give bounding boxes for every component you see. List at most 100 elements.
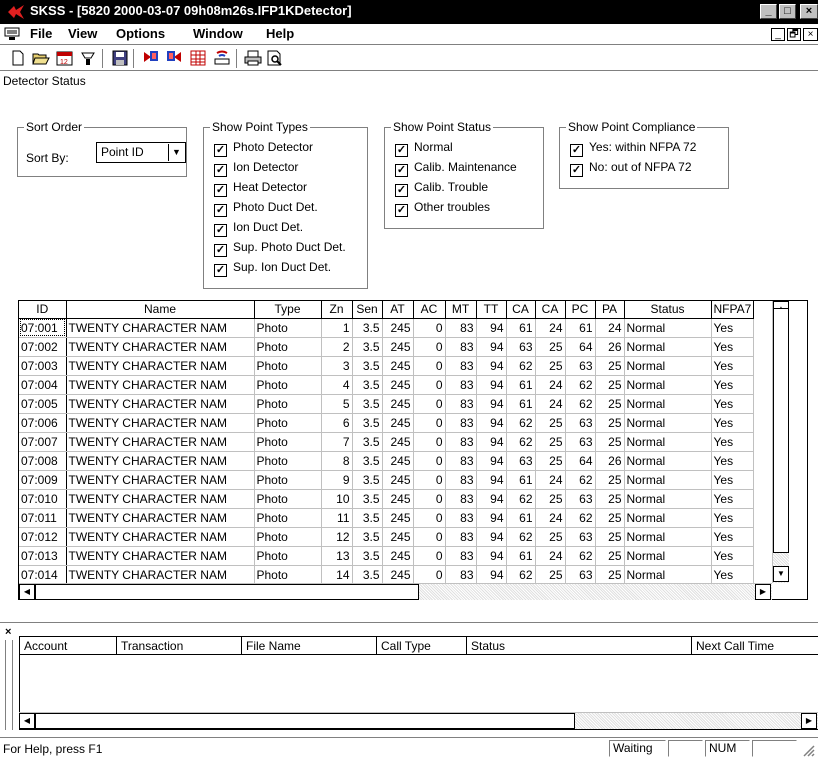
mdi-restore-button[interactable]: 🗗 bbox=[787, 28, 801, 41]
checkbox-within-nfpa[interactable]: ✓ Yes: within NFPA 72 bbox=[570, 140, 696, 157]
table-row[interactable]: 07:003 TWENTY CHARACTER NAM Photo 3 3.5 245 0 8… bbox=[19, 356, 755, 376]
chevron-down-icon[interactable]: ▼ bbox=[168, 144, 184, 161]
maximize-button[interactable]: □ bbox=[779, 4, 796, 19]
checkbox-sup-photo-duct[interactable]: ✓ Sup. Photo Duct Det. bbox=[214, 240, 346, 257]
grid-red-icon[interactable] bbox=[188, 49, 208, 67]
call-list-horizontal-scrollbar[interactable]: ◀ ▶ bbox=[19, 712, 818, 729]
open-folder-icon[interactable] bbox=[31, 49, 51, 67]
pane-grip[interactable] bbox=[5, 640, 13, 730]
table-row[interactable]: 07:006 TWENTY CHARACTER NAM Photo 6 3.5 245 0 8… bbox=[19, 413, 755, 433]
column-header[interactable]: CA bbox=[506, 301, 536, 319]
column-transaction[interactable]: Transaction bbox=[117, 637, 242, 655]
document-menu-icon[interactable] bbox=[4, 27, 20, 41]
modem-icon[interactable] bbox=[212, 49, 232, 67]
scroll-right-icon[interactable]: ▶ bbox=[801, 713, 817, 729]
scroll-left-icon[interactable]: ◀ bbox=[19, 584, 35, 600]
checkbox-other-troubles[interactable]: ✓ Other troubles bbox=[395, 200, 490, 217]
column-header[interactable]: TT bbox=[476, 301, 507, 319]
menu-view[interactable]: View bbox=[68, 26, 97, 41]
column-call-type[interactable]: Call Type bbox=[377, 637, 467, 655]
checkbox-ion-duct[interactable]: ✓ Ion Duct Det. bbox=[214, 220, 303, 237]
checkbox-out-of-nfpa[interactable]: ✓ No: out of NFPA 72 bbox=[570, 160, 692, 177]
checkbox-calib-maintenance[interactable]: ✓ Calib. Maintenance bbox=[395, 160, 517, 177]
checkbox-mark-icon[interactable]: ✓ bbox=[214, 224, 227, 237]
checkbox-mark-icon[interactable]: ✓ bbox=[214, 204, 227, 217]
column-account[interactable]: Account bbox=[20, 637, 117, 655]
menu-help[interactable]: Help bbox=[266, 26, 294, 41]
checkbox-mark-icon[interactable]: ✓ bbox=[214, 264, 227, 277]
minimize-button[interactable]: _ bbox=[760, 4, 777, 19]
table-row[interactable]: 07:014 TWENTY CHARACTER NAM Photo 14 3.5 245 0… bbox=[19, 565, 755, 585]
column-header[interactable]: MT bbox=[445, 301, 477, 319]
column-header[interactable]: NFPA7 bbox=[711, 301, 755, 319]
checkbox-mark-icon[interactable]: ✓ bbox=[395, 184, 408, 197]
menu-options[interactable]: Options bbox=[116, 26, 165, 41]
menu-file[interactable]: File bbox=[30, 26, 52, 41]
column-header[interactable]: Status bbox=[624, 301, 712, 319]
disconnect-icon[interactable] bbox=[78, 49, 98, 67]
close-button[interactable]: × bbox=[800, 4, 818, 19]
scroll-down-icon[interactable]: ▼ bbox=[773, 566, 789, 582]
column-file-name[interactable]: File Name bbox=[242, 637, 377, 655]
table-row[interactable]: 07:010 TWENTY CHARACTER NAM Photo 10 3.5 245 0… bbox=[19, 489, 755, 509]
table-row[interactable]: 07:012 TWENTY CHARACTER NAM Photo 12 3.5 245 0… bbox=[19, 527, 755, 547]
column-status[interactable]: Status bbox=[467, 637, 692, 655]
checkbox-calib-trouble[interactable]: ✓ Calib. Trouble bbox=[395, 180, 488, 197]
checkbox-mark-icon[interactable]: ✓ bbox=[395, 204, 408, 217]
checkbox-photo-detector[interactable]: ✓ Photo Detector bbox=[214, 140, 313, 157]
column-header[interactable]: PC bbox=[565, 301, 596, 319]
checkbox-heat-detector[interactable]: ✓ Heat Detector bbox=[214, 180, 307, 197]
table-row[interactable]: 07:005 TWENTY CHARACTER NAM Photo 5 3.5 245 0 8… bbox=[19, 394, 755, 414]
table-row[interactable]: 07:013 TWENTY CHARACTER NAM Photo 13 3.5 245 0… bbox=[19, 546, 755, 566]
table-row[interactable]: 07:004 TWENTY CHARACTER NAM Photo 4 3.5 245 0 8… bbox=[19, 375, 755, 395]
table-horizontal-scrollbar[interactable]: ◀ ▶ bbox=[19, 583, 772, 600]
checkbox-mark-icon[interactable]: ✓ bbox=[395, 144, 408, 157]
mdi-minimize-button[interactable]: _ bbox=[771, 28, 785, 41]
mdi-close-button[interactable]: × bbox=[803, 28, 818, 41]
resize-grip-icon[interactable] bbox=[800, 742, 816, 758]
table-row[interactable]: 07:011 TWENTY CHARACTER NAM Photo 11 3.5 245 0… bbox=[19, 508, 755, 528]
checkbox-mark-icon[interactable]: ✓ bbox=[214, 164, 227, 177]
close-icon[interactable]: × bbox=[5, 626, 11, 638]
checkbox-mark-icon[interactable]: ✓ bbox=[570, 164, 583, 177]
red-flag-upload-icon[interactable] bbox=[141, 49, 161, 67]
column-header[interactable]: Sen bbox=[352, 301, 383, 319]
column-header[interactable]: CA bbox=[535, 301, 566, 319]
pane-divider[interactable] bbox=[0, 622, 818, 624]
table-row[interactable]: 07:007 TWENTY CHARACTER NAM Photo 7 3.5 245 0 8… bbox=[19, 432, 755, 452]
scroll-left-icon[interactable]: ◀ bbox=[19, 713, 35, 729]
table-vertical-scrollbar[interactable]: ▲ ▼ bbox=[772, 301, 789, 583]
checkbox-ion-detector[interactable]: ✓ Ion Detector bbox=[214, 160, 298, 177]
checkbox-photo-duct[interactable]: ✓ Photo Duct Det. bbox=[214, 200, 318, 217]
scroll-thumb[interactable] bbox=[35, 713, 575, 729]
column-next-call-time[interactable]: Next Call Time bbox=[692, 637, 818, 655]
sort-by-select[interactable]: Point ID ▼ bbox=[96, 142, 186, 163]
print-preview-icon[interactable] bbox=[265, 49, 285, 67]
scroll-thumb[interactable] bbox=[773, 308, 789, 553]
blue-flag-download-icon[interactable] bbox=[164, 49, 184, 67]
column-header[interactable]: Name bbox=[66, 301, 255, 319]
column-header[interactable]: AT bbox=[382, 301, 414, 319]
checkbox-mark-icon[interactable]: ✓ bbox=[214, 144, 227, 157]
column-header[interactable]: AC bbox=[413, 301, 446, 319]
menu-window[interactable]: Window bbox=[193, 26, 243, 41]
table-row[interactable]: 07:009 TWENTY CHARACTER NAM Photo 9 3.5 245 0 8… bbox=[19, 470, 755, 490]
new-file-icon[interactable] bbox=[8, 49, 28, 67]
table-row[interactable]: 07:008 TWENTY CHARACTER NAM Photo 8 3.5 245 0 8… bbox=[19, 451, 755, 471]
checkbox-mark-icon[interactable]: ✓ bbox=[395, 164, 408, 177]
checkbox-normal[interactable]: ✓ Normal bbox=[395, 140, 453, 157]
checkbox-mark-icon[interactable]: ✓ bbox=[570, 144, 583, 157]
scroll-thumb[interactable] bbox=[35, 584, 419, 600]
checkbox-mark-icon[interactable]: ✓ bbox=[214, 184, 227, 197]
save-icon[interactable] bbox=[110, 49, 130, 67]
checkbox-mark-icon[interactable]: ✓ bbox=[214, 244, 227, 257]
print-icon[interactable] bbox=[243, 49, 263, 67]
checkbox-sup-ion-duct[interactable]: ✓ Sup. Ion Duct Det. bbox=[214, 260, 331, 277]
column-header[interactable]: Zn bbox=[321, 301, 353, 319]
calendar-icon[interactable]: 12 bbox=[55, 49, 75, 67]
table-row[interactable]: 07:001 TWENTY CHARACTER NAM Photo 1 3.5 245 0 8… bbox=[19, 318, 755, 338]
column-header[interactable]: Type bbox=[254, 301, 322, 319]
column-header[interactable]: PA bbox=[595, 301, 625, 319]
column-header[interactable]: ID bbox=[19, 301, 67, 319]
table-row[interactable]: 07:002 TWENTY CHARACTER NAM Photo 2 3.5 245 0 8… bbox=[19, 337, 755, 357]
